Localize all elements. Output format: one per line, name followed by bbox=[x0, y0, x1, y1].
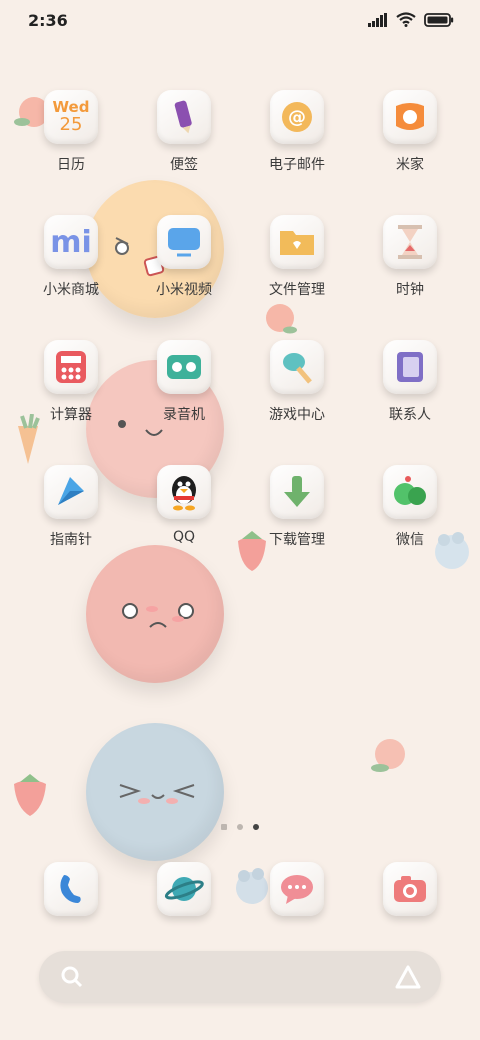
strawberry-sticker bbox=[14, 774, 46, 816]
app-label: 小米视频 bbox=[156, 282, 212, 298]
dock-messages[interactable] bbox=[242, 862, 352, 922]
app-mi-store[interactable]: mi 小米商城 bbox=[16, 215, 126, 335]
page-indicator bbox=[0, 824, 480, 830]
page-dot[interactable] bbox=[221, 824, 227, 830]
app-notes[interactable]: 便签 bbox=[129, 90, 239, 210]
compass-icon bbox=[44, 465, 98, 519]
app-label: 微信 bbox=[396, 532, 424, 548]
app-wechat[interactable]: 微信 bbox=[355, 465, 465, 585]
svg-text:@: @ bbox=[288, 107, 306, 128]
search-icon bbox=[61, 966, 83, 988]
wechat-icon bbox=[383, 465, 437, 519]
app-label: 游戏中心 bbox=[269, 407, 325, 423]
download-arrow-icon bbox=[270, 465, 324, 519]
peach-sticker bbox=[371, 739, 405, 772]
app-mi-home[interactable]: 米家 bbox=[355, 90, 465, 210]
app-downloads[interactable]: 下载管理 bbox=[242, 465, 352, 585]
status-bar: 2:36 bbox=[0, 0, 480, 40]
mi-home-icon bbox=[383, 90, 437, 144]
penguin-icon bbox=[157, 465, 211, 519]
mi-logo-text: mi bbox=[50, 224, 92, 260]
app-label: 计算器 bbox=[50, 407, 92, 423]
video-icon bbox=[157, 215, 211, 269]
search-bar[interactable] bbox=[39, 951, 441, 1003]
folder-icon bbox=[270, 215, 324, 269]
app-qq[interactable]: QQ bbox=[129, 465, 239, 585]
app-label: 录音机 bbox=[163, 407, 205, 423]
notes-icon bbox=[157, 90, 211, 144]
app-label: 时钟 bbox=[396, 282, 424, 298]
app-label: 联系人 bbox=[389, 407, 431, 423]
app-label: 文件管理 bbox=[269, 282, 325, 298]
app-label: 便签 bbox=[170, 157, 198, 173]
face-blob-blue bbox=[86, 723, 224, 861]
squint-face-icon bbox=[119, 784, 195, 804]
app-label: 日历 bbox=[57, 157, 85, 173]
signal-icon bbox=[368, 12, 387, 27]
dock-phone[interactable] bbox=[16, 862, 126, 922]
wifi-icon bbox=[396, 12, 416, 27]
phone-icon bbox=[44, 862, 98, 916]
app-recorder[interactable]: 录音机 bbox=[129, 340, 239, 460]
page-dot[interactable] bbox=[237, 824, 243, 830]
calendar-day: Wed bbox=[52, 98, 90, 116]
battery-icon bbox=[424, 12, 454, 27]
app-mi-video[interactable]: 小米视频 bbox=[129, 215, 239, 335]
app-calculator[interactable]: 计算器 bbox=[16, 340, 126, 460]
planet-icon bbox=[157, 862, 211, 916]
app-compass[interactable]: 指南针 bbox=[16, 465, 126, 585]
assistant-icon[interactable] bbox=[395, 965, 421, 989]
calculator-icon bbox=[44, 340, 98, 394]
chat-bubble-icon bbox=[270, 862, 324, 916]
app-files[interactable]: 文件管理 bbox=[242, 215, 352, 335]
dock-camera[interactable] bbox=[355, 862, 465, 922]
calendar-icon: Wed 25 bbox=[44, 90, 98, 144]
calendar-date: 25 bbox=[59, 114, 83, 135]
app-label: 电子邮件 bbox=[269, 157, 325, 173]
app-label: 下载管理 bbox=[269, 532, 325, 548]
page-dot-active[interactable] bbox=[253, 824, 259, 830]
app-game-center[interactable]: 游戏中心 bbox=[242, 340, 352, 460]
app-label: QQ bbox=[172, 529, 196, 545]
recorder-icon bbox=[157, 340, 211, 394]
app-contacts[interactable]: 联系人 bbox=[355, 340, 465, 460]
app-calendar[interactable]: Wed 25 日历 bbox=[16, 90, 126, 210]
app-label: 小米商城 bbox=[43, 282, 99, 298]
ice-pop-icon bbox=[270, 340, 324, 394]
contacts-icon bbox=[383, 340, 437, 394]
app-label: 米家 bbox=[396, 157, 424, 173]
email-icon: @ bbox=[270, 90, 324, 144]
status-icons bbox=[368, 12, 454, 27]
status-time: 2:36 bbox=[28, 11, 68, 30]
app-label: 指南针 bbox=[50, 532, 92, 548]
app-email[interactable]: @ 电子邮件 bbox=[242, 90, 352, 210]
mi-store-icon: mi bbox=[44, 215, 98, 269]
app-clock[interactable]: 时钟 bbox=[355, 215, 465, 335]
camera-icon bbox=[383, 862, 437, 916]
hourglass-icon bbox=[383, 215, 437, 269]
dock-browser[interactable] bbox=[129, 862, 239, 922]
